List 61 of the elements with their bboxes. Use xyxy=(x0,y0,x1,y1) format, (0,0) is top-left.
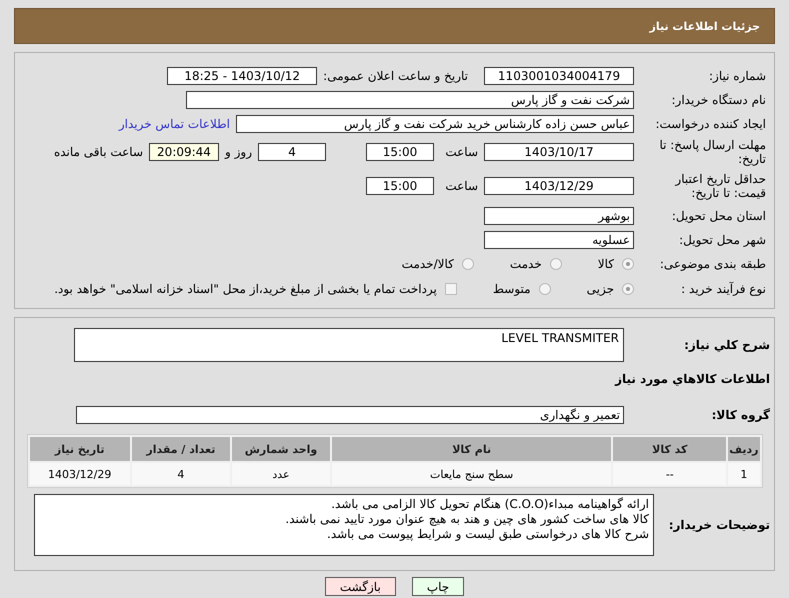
table-cell: سطح سنج مایعات xyxy=(332,463,612,485)
requester-field[interactable]: عباس حسن زاده کارشناس خرید شرکت نفت و گاز پارس xyxy=(236,115,634,133)
buyer-contact-link[interactable]: اطلاعات تماس خریدار xyxy=(118,117,230,131)
field-label: حداقل تاریخ اعتبار قیمت: تا تاریخ: xyxy=(674,172,766,200)
table-cell: 1 xyxy=(728,463,760,485)
radio-button[interactable] xyxy=(538,283,551,295)
reply-time-field[interactable]: 15:00 xyxy=(366,143,434,161)
remaining-time-field: 20:09:44 xyxy=(149,143,219,161)
field-label: استان محل تحویل: xyxy=(670,209,766,223)
radio-button[interactable] xyxy=(550,258,562,270)
option-label: جزیی xyxy=(586,282,614,296)
validity-time-field[interactable]: 15:00 xyxy=(366,177,434,195)
table-cell: -- xyxy=(613,463,726,485)
announce-date-field[interactable]: 1403/10/12 - 18:25 xyxy=(167,67,318,85)
field-label: ساعت xyxy=(444,145,478,159)
column-header: واحد شمارش xyxy=(232,437,330,461)
table-cell: 1403/12/29 xyxy=(30,463,130,485)
reply-date-field[interactable]: 1403/10/17 xyxy=(484,143,634,161)
field-label: مهلت ارسال پاسخ: تا تاریخ: xyxy=(658,138,766,166)
column-header: نام کالا xyxy=(332,437,612,461)
field-label: ساعت باقی مانده xyxy=(54,145,143,159)
field-label: تاریخ و ساعت اعلان عمومی: xyxy=(323,69,468,83)
city-field[interactable]: عسلویه xyxy=(484,231,634,249)
option-label: کالا xyxy=(598,257,614,271)
option-label: پرداخت تمام یا بخشی از مبلغ خرید،از محل "اسناد خزانه اسلامی" خواهد بود. xyxy=(54,282,437,296)
field-label: توضیحات خریدار: xyxy=(668,518,770,532)
field-label: شماره نیاز: xyxy=(708,69,766,83)
radio-button[interactable] xyxy=(622,258,634,270)
validity-date-field[interactable]: 1403/12/29 xyxy=(484,177,634,195)
option-label: متوسط xyxy=(492,282,531,296)
buyer-notes-field[interactable]: ارائه گواهینامه مبداء(C.O.O) هنگام تحویل کالا الزامی می باشد. کالا های ساخت کشور های چین و هند به هیچ عنوان مورد تایید نمی باشند. شرح کالا های درخواستی طبق لیست و شرایط پیوست می باشد. xyxy=(34,494,654,556)
section-heading: اطلاعات کالاهاي مورد نياز xyxy=(615,372,770,386)
radio-button[interactable] xyxy=(622,283,634,295)
buyer-field[interactable]: شرکت نفت و گاز پارس xyxy=(186,91,634,109)
days-field[interactable]: 4 xyxy=(258,143,326,161)
province-field[interactable]: بوشهر xyxy=(484,207,634,225)
field-label: روز و xyxy=(225,145,252,159)
column-header: تاریخ نیاز xyxy=(30,437,130,461)
column-header: تعداد / مقدار xyxy=(132,437,230,461)
field-label: گروه کالا: xyxy=(710,408,770,422)
radio-button[interactable] xyxy=(462,258,474,270)
table-cell: عدد xyxy=(232,463,330,485)
option-label: کالا/خدمت xyxy=(402,257,454,271)
field-label: نوع فرآیند خرید : xyxy=(680,282,766,296)
column-header: کد کالا xyxy=(613,437,726,461)
field-label: شهر محل تحویل: xyxy=(678,233,766,247)
field-label: نام دستگاه خریدار: xyxy=(670,93,766,107)
option-label: خدمت xyxy=(510,257,542,271)
field-label: شرح کلي نياز: xyxy=(683,338,770,352)
need-number-field[interactable]: 1103001034004179 xyxy=(484,67,634,85)
page-title: جزئیات اطلاعات نیاز xyxy=(650,20,760,32)
field-label: ساعت xyxy=(444,179,478,193)
column-header: ردیف xyxy=(728,437,760,461)
print-button[interactable]: چاپ xyxy=(412,577,464,596)
field-label: طبقه بندی موضوعی: xyxy=(658,257,766,271)
description-field[interactable]: LEVEL TRANSMITER xyxy=(74,328,624,362)
back-button[interactable]: بازگشت xyxy=(324,577,396,596)
table-cell: 4 xyxy=(132,463,230,485)
checkbox[interactable] xyxy=(444,283,457,295)
field-label: ایجاد کننده درخواست: xyxy=(654,117,766,131)
goods-group-field[interactable]: تعمیر و نگهداری xyxy=(76,406,624,424)
